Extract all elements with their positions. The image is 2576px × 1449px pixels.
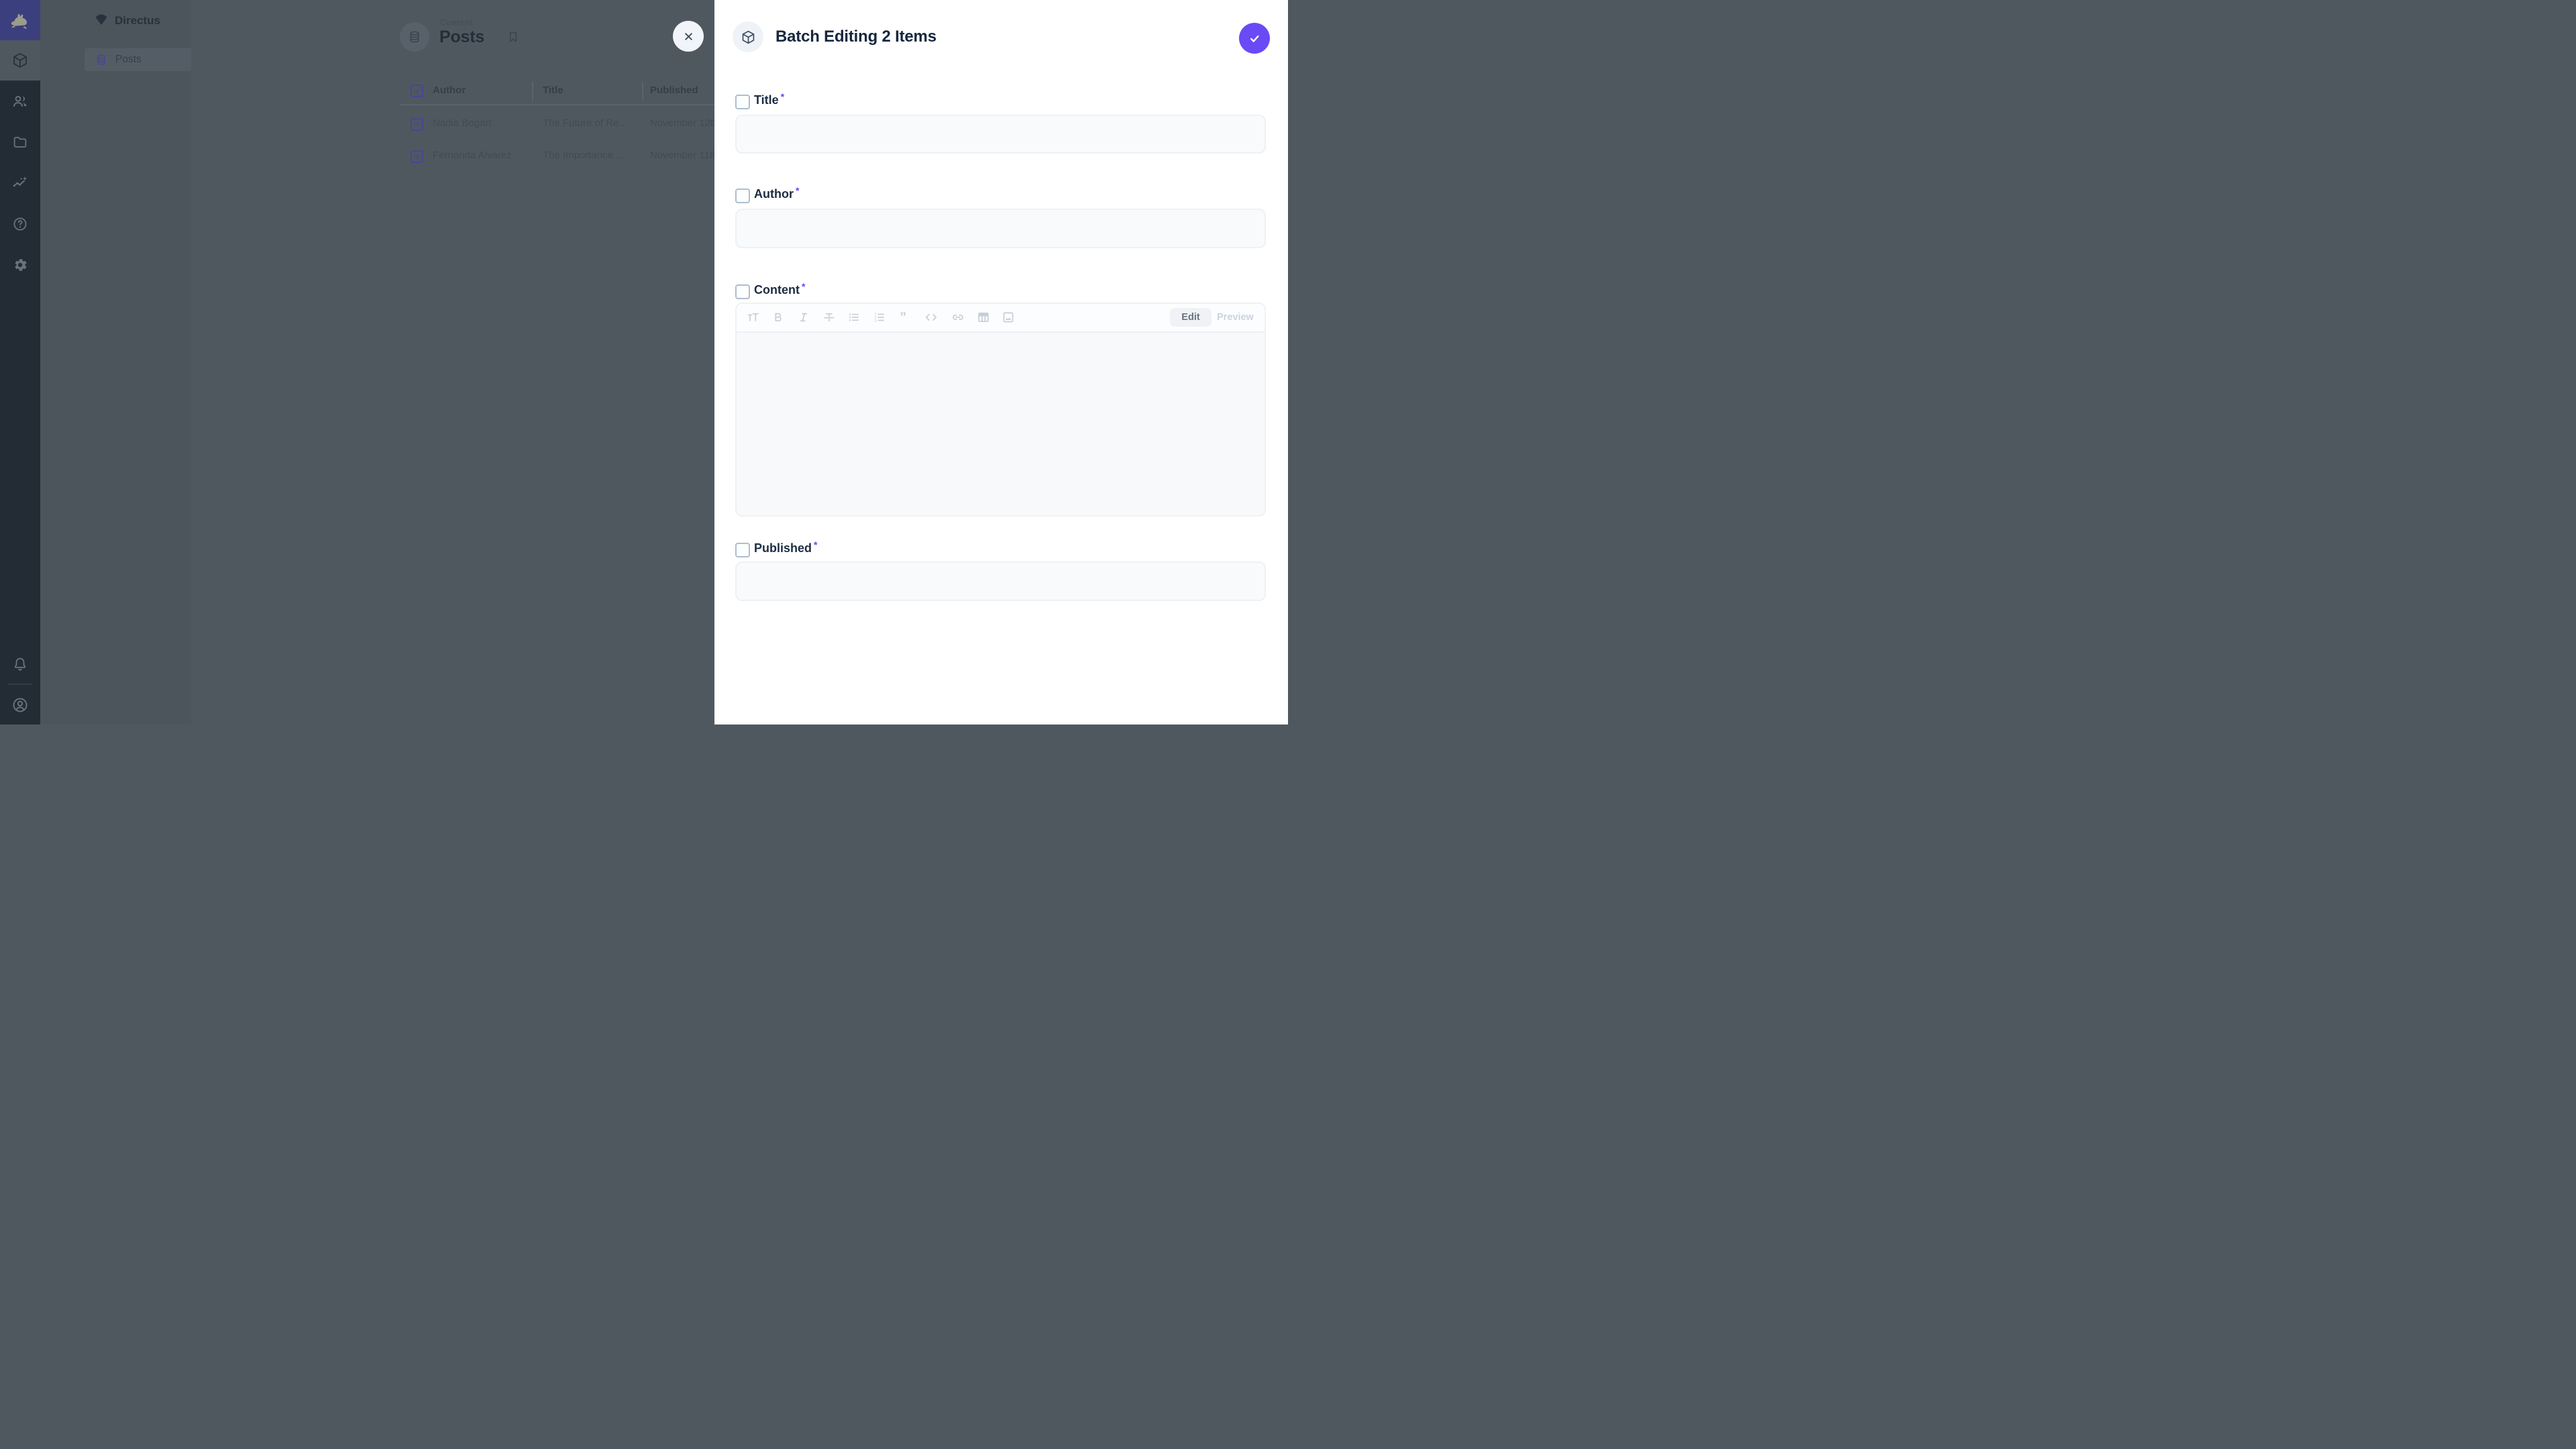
strikethrough-icon[interactable] (822, 311, 836, 324)
field-enable-checkbox-author[interactable] (735, 189, 750, 203)
field-enable-checkbox-published[interactable] (735, 543, 750, 557)
check-icon (1248, 32, 1262, 46)
required-marker: * (802, 281, 805, 292)
field-label-published: Published* (754, 541, 817, 555)
numbered-list-icon[interactable]: 123 (873, 311, 886, 324)
table-icon[interactable] (977, 311, 990, 324)
link-icon[interactable] (951, 311, 965, 324)
content-markdown-editor: 123 ” Edit Preview (735, 303, 1266, 517)
svg-text:”: ” (900, 311, 907, 324)
heading-icon[interactable] (747, 311, 760, 324)
blockquote-icon[interactable]: ” (899, 311, 912, 324)
drawer-title: Batch Editing 2 Items (775, 28, 936, 46)
editor-toolbar: 123 ” Edit Preview (737, 304, 1265, 333)
code-icon[interactable] (924, 311, 938, 324)
title-input[interactable] (735, 115, 1266, 154)
required-marker: * (796, 185, 799, 196)
bulleted-list-icon[interactable] (847, 311, 861, 324)
image-icon[interactable] (1002, 311, 1015, 324)
close-icon (682, 30, 695, 43)
required-marker: * (814, 539, 817, 550)
box-icon (741, 30, 756, 45)
required-marker: * (781, 91, 784, 102)
editor-tab-preview[interactable]: Preview (1217, 308, 1254, 327)
bold-icon[interactable] (771, 311, 785, 324)
svg-text:3: 3 (874, 319, 876, 323)
author-input[interactable] (735, 209, 1266, 248)
close-button[interactable] (673, 21, 704, 52)
app-window: Directus Posts (0, 0, 1288, 724)
field-label-content: Content* (754, 283, 805, 297)
drawer-overlay[interactable] (0, 0, 714, 724)
editor-tab-edit[interactable]: Edit (1170, 308, 1212, 327)
italic-icon[interactable] (797, 311, 810, 324)
field-label-title: Title* (754, 93, 784, 107)
field-enable-checkbox-title[interactable] (735, 95, 750, 109)
drawer-header-icon-circle (733, 21, 763, 52)
save-button[interactable] (1239, 23, 1270, 54)
field-enable-checkbox-content[interactable] (735, 284, 750, 299)
content-textarea[interactable] (737, 333, 1265, 515)
field-label-author: Author* (754, 187, 799, 201)
published-input[interactable] (735, 561, 1266, 601)
